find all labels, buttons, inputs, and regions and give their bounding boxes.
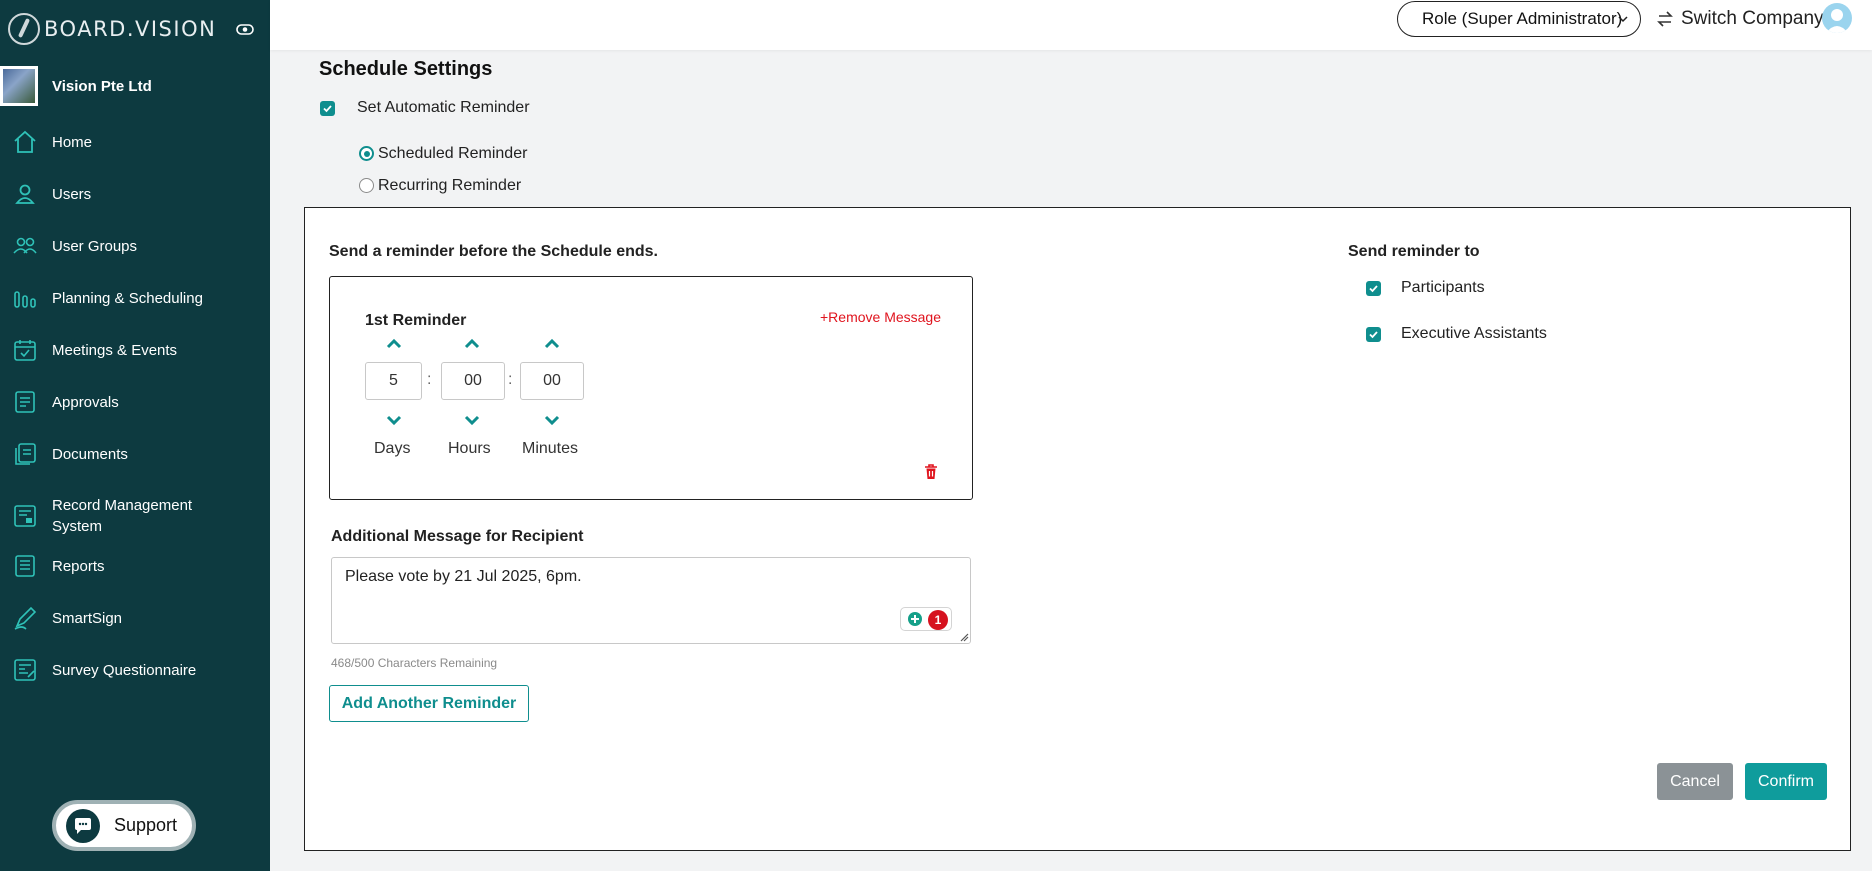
sidebar-item-documents[interactable]: Documents [0,434,270,474]
sidebar-item-label: SmartSign [52,609,123,627]
reminder-card: 1st Reminder +Remove Message 5 Days : 00… [329,276,973,500]
survey-icon [14,659,36,681]
resize-handle-icon[interactable] [959,632,969,642]
remove-message-link[interactable]: +Remove Message [820,309,941,325]
executive-assistants-label: Executive Assistants [1401,325,1547,342]
switch-company-label: Switch Company [1681,8,1824,29]
participants-checkbox[interactable] [1366,281,1381,296]
swap-icon [1657,11,1673,27]
reports-icon [15,555,35,577]
support-label: Support [114,815,178,835]
hours-unit-label: Hours [448,440,491,457]
reminder-before-heading: Send a reminder before the Schedule ends… [329,243,658,260]
sidebar-item-label: Approvals [52,393,119,411]
message-textarea[interactable]: Please vote by 21 Jul 2025, 6pm. 1 [331,557,971,644]
role-select[interactable]: Role (Super Administrator) [1397,1,1641,37]
chevron-down-icon [1618,16,1628,23]
executive-assistants-checkbox[interactable] [1366,327,1381,342]
sidebar-item-approvals[interactable]: Approvals [0,382,270,422]
sidebar-item-survey-questionnaire[interactable]: Survey Questionnaire [0,650,270,690]
hours-decrement-icon[interactable] [462,413,482,427]
sidebar-item-record-management[interactable]: Record Management System [0,486,270,546]
company-switcher[interactable]: Vision Pte Ltd [0,66,152,106]
auto-reminder-label: Set Automatic Reminder [357,99,530,116]
trash-icon[interactable] [924,464,938,480]
sidebar-item-planning-scheduling[interactable]: Planning & Scheduling [0,278,270,318]
days-input[interactable]: 5 [365,362,422,400]
brand-logo[interactable]: BOARD.VISION [8,12,216,46]
cancel-button[interactable]: Cancel [1657,763,1733,800]
grammar-widget[interactable]: 1 [900,607,952,631]
approval-document-icon [15,391,35,413]
calendar-icon [14,340,36,361]
add-another-reminder-button[interactable]: Add Another Reminder [329,685,529,722]
sidebar-item-label: Reports [52,557,105,575]
minutes-increment-icon[interactable] [542,337,562,351]
time-separator: : [508,371,513,388]
auto-reminder-checkbox[interactable] [320,101,335,116]
char-count: 468/500 Characters Remaining [331,656,498,670]
sidebar-item-smartsign[interactable]: SmartSign [0,598,270,638]
avatar[interactable] [1822,3,1852,33]
sidebar-item-meetings-events[interactable]: Meetings & Events [0,330,270,370]
topbar: Role (Super Administrator) Switch Compan… [270,0,1872,50]
sidebar-item-label: Planning & Scheduling [52,289,203,307]
sidebar-item-user-groups[interactable]: User Groups [0,226,270,266]
reminder-title: 1st Reminder [365,312,467,329]
sidebar-item-reports[interactable]: Reports [0,546,270,586]
hours-increment-icon[interactable] [462,337,482,351]
role-select-value: Role (Super Administrator) [1422,9,1623,28]
brand-name: BOARD.VISION [44,17,217,41]
minutes-unit-label: Minutes [522,440,579,457]
sidebar-item-label: User Groups [52,237,138,255]
minutes-decrement-icon[interactable] [542,413,562,427]
sidebar-item-home[interactable]: Home [0,122,270,162]
sidebar-item-users[interactable]: Users [0,174,270,214]
days-increment-icon[interactable] [384,337,404,351]
eye-toggle-icon[interactable] [236,20,254,38]
home-icon [14,130,36,153]
send-reminder-to-heading: Send reminder to [1348,243,1480,260]
record-management-icon [14,505,36,527]
confirm-button[interactable]: Confirm [1745,763,1827,800]
sidebar-item-label: Home [52,133,93,151]
recurring-reminder-label[interactable]: Recurring Reminder [378,177,521,195]
sidebar-item-label: Record Management System [52,497,193,535]
users-icon [13,237,37,254]
sidebar-item-label: Documents [52,445,128,463]
days-decrement-icon[interactable] [384,413,404,427]
company-logo [0,66,38,106]
grammar-issue-badge: 1 [928,610,948,630]
logo-mark-icon [8,13,40,45]
sidebar-item-label: Users [52,185,92,203]
chat-support-icon [66,808,100,843]
scheduled-reminder-label[interactable]: Scheduled Reminder [378,145,527,163]
documents-icon [15,443,36,465]
switch-company-button[interactable]: Switch Company [1655,6,1824,32]
page-title: Schedule Settings [319,58,493,80]
sidebar-item-label: Meetings & Events [52,341,178,359]
company-name: Vision Pte Ltd [52,77,152,95]
days-unit-label: Days [374,440,411,457]
sidebar-item-label: Survey Questionnaire [52,661,197,679]
reminder-panel: Send a reminder before the Schedule ends… [304,207,1851,851]
pen-icon [14,606,37,630]
check-icon [1369,285,1378,293]
check-icon [323,105,332,113]
bar-chart-icon [14,291,36,308]
message-text: Please vote by 21 Jul 2025, 6pm. [345,568,582,585]
user-icon [15,184,35,204]
minutes-input[interactable]: 00 [520,362,584,400]
hours-input[interactable]: 00 [441,362,505,400]
check-icon [1369,331,1378,339]
sidebar: BOARD.VISION Vision Pte Ltd Home Users U… [0,0,270,871]
participants-label: Participants [1401,279,1485,296]
time-separator: : [427,371,432,388]
support-button[interactable]: Support [52,800,196,851]
scheduled-reminder-radio[interactable] [359,146,374,161]
recurring-reminder-radio[interactable] [359,178,374,193]
grammar-assist-icon [908,612,922,626]
message-label: Additional Message for Recipient [331,528,584,545]
